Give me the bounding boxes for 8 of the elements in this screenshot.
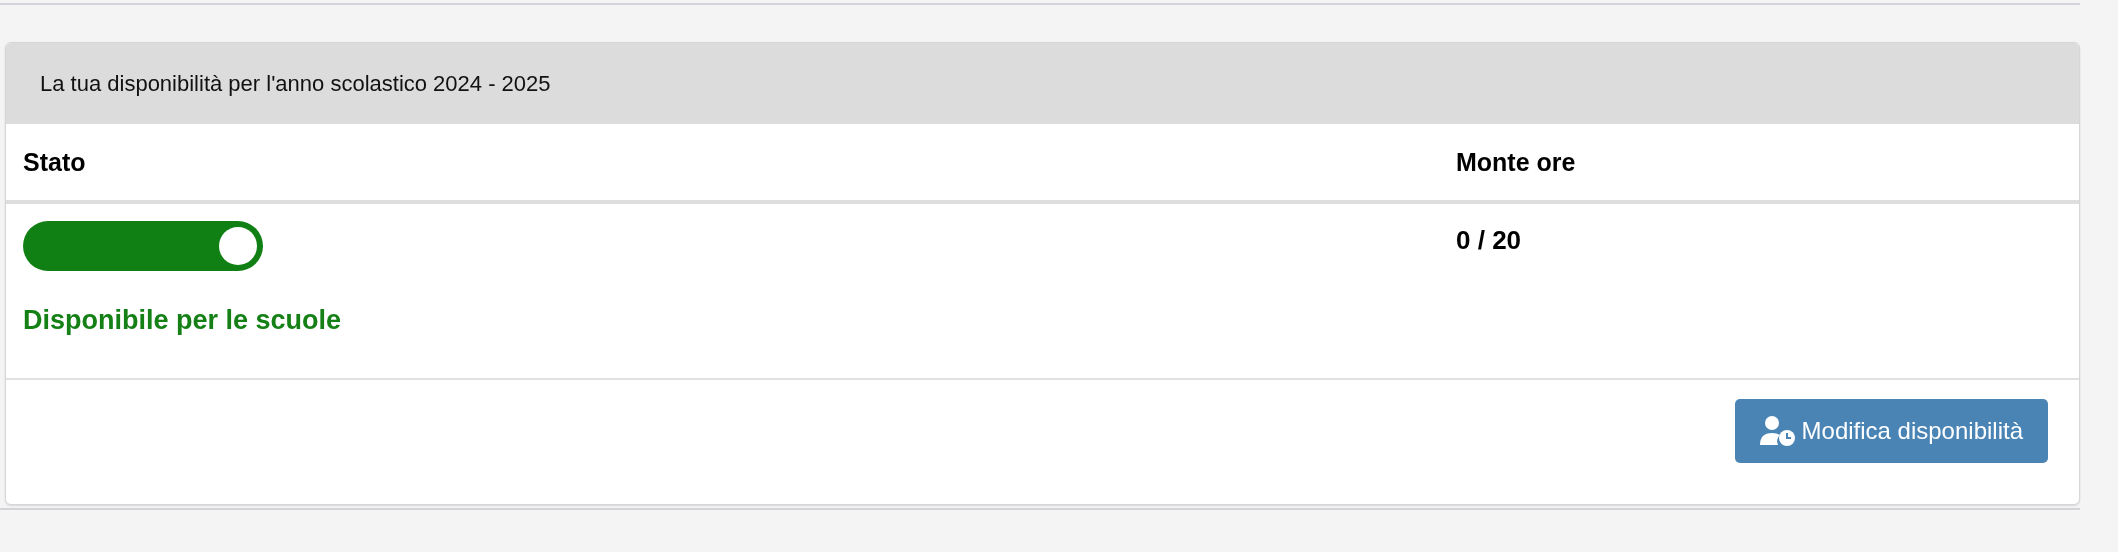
edit-availability-button[interactable]: Modifica disponibilità <box>1734 399 2048 463</box>
column-header: Monte ore <box>1439 124 2079 204</box>
panel-title: La tua disponibilità per l'anno scolastico 2024 - 2025 <box>40 70 551 97</box>
hours-value: 0 / 20 <box>1456 225 1522 256</box>
column-header: Stato <box>6 124 1439 204</box>
status-label: Disponibile per le scuole <box>23 305 342 336</box>
user-clock-icon <box>1759 415 1796 447</box>
toggle-switch[interactable] <box>23 221 263 271</box>
